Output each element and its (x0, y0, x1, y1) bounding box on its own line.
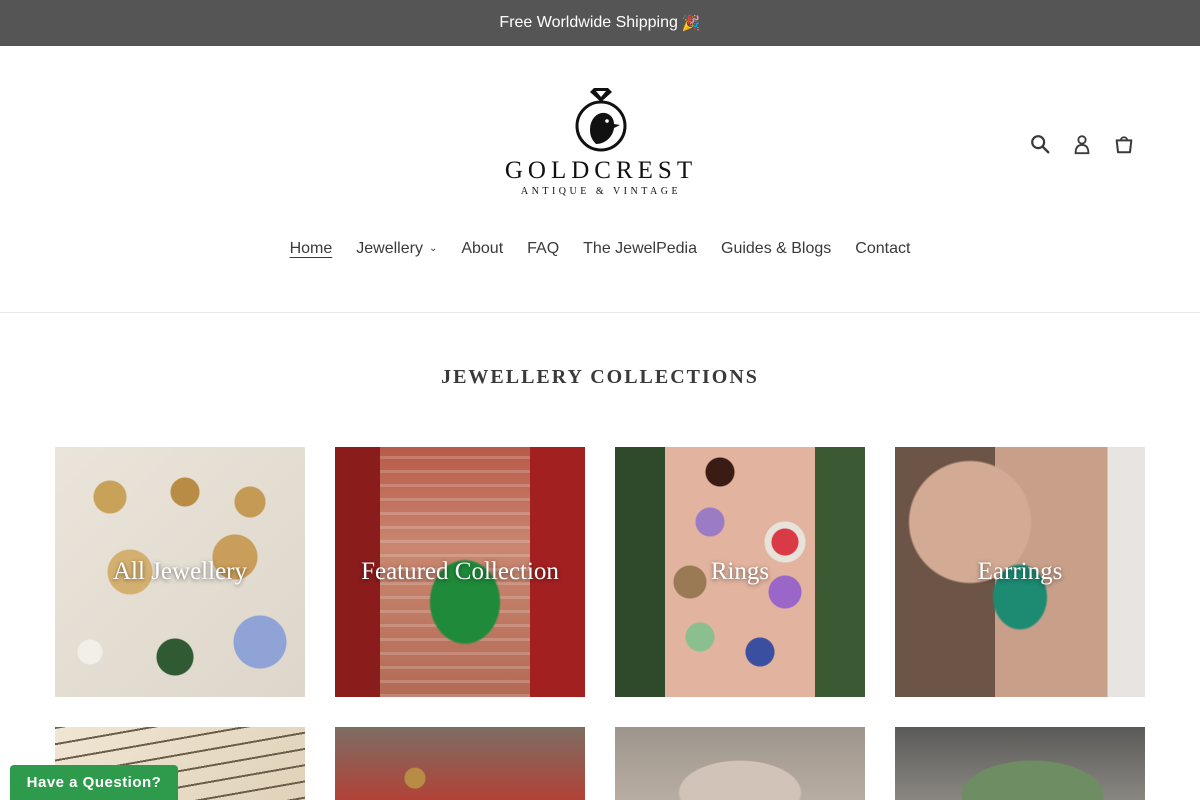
brand-tagline: ANTIQUE & VINTAGE (520, 186, 682, 197)
nav-item-jewelpedia[interactable]: The JewelPedia (583, 238, 697, 260)
nav-item-home[interactable]: Home (290, 238, 333, 260)
nav-item-jewellery[interactable]: Jewellery ⌄ (356, 238, 437, 260)
goldcrest-bird-icon (575, 88, 627, 152)
nav-item-contact[interactable]: Contact (855, 238, 910, 260)
collection-image (615, 727, 865, 800)
search-icon[interactable] (1028, 131, 1052, 157)
main-nav: Home Jewellery ⌄ About FAQ The JewelPedia… (0, 238, 1200, 260)
collection-label: All Jewellery (113, 558, 247, 585)
section-title: JEWELLERY COLLECTIONS (441, 366, 759, 388)
collection-card[interactable] (335, 727, 585, 800)
collection-card[interactable] (615, 727, 865, 800)
collection-card-featured-collection[interactable]: Featured Collection (335, 447, 585, 697)
nav-item-about[interactable]: About (461, 238, 503, 260)
nav-item-faq[interactable]: FAQ (527, 238, 559, 260)
collection-label: Featured Collection (361, 558, 559, 585)
cart-icon[interactable] (1112, 131, 1136, 157)
have-a-question-button[interactable]: Have a Question? (10, 765, 178, 800)
collection-card-all-jewellery[interactable]: All Jewellery (55, 447, 305, 697)
collection-label: Rings (710, 558, 770, 585)
nav-item-jewellery-label: Jewellery (356, 240, 423, 257)
chevron-down-icon: ⌄ (428, 243, 438, 254)
header-actions (1028, 131, 1136, 157)
collection-card[interactable] (895, 727, 1145, 800)
party-icon: 🎉 (681, 15, 701, 32)
header-divider (0, 312, 1200, 313)
collection-card-earrings[interactable]: Earrings (895, 447, 1145, 697)
account-icon[interactable] (1070, 131, 1094, 157)
brand-name: GOLDCREST (504, 157, 698, 184)
collection-image (335, 727, 585, 800)
collection-label: Earrings (977, 558, 1063, 585)
announcement-bar: Free Worldwide Shipping 🎉 (0, 0, 1200, 46)
nav-item-guides-blogs[interactable]: Guides & Blogs (721, 238, 831, 260)
collection-image (895, 727, 1145, 800)
collection-card-rings[interactable]: Rings (615, 447, 865, 697)
brand-logo[interactable]: GOLDCREST ANTIQUE & VINTAGE (498, 86, 704, 202)
announcement-text: Free Worldwide Shipping (499, 14, 678, 31)
